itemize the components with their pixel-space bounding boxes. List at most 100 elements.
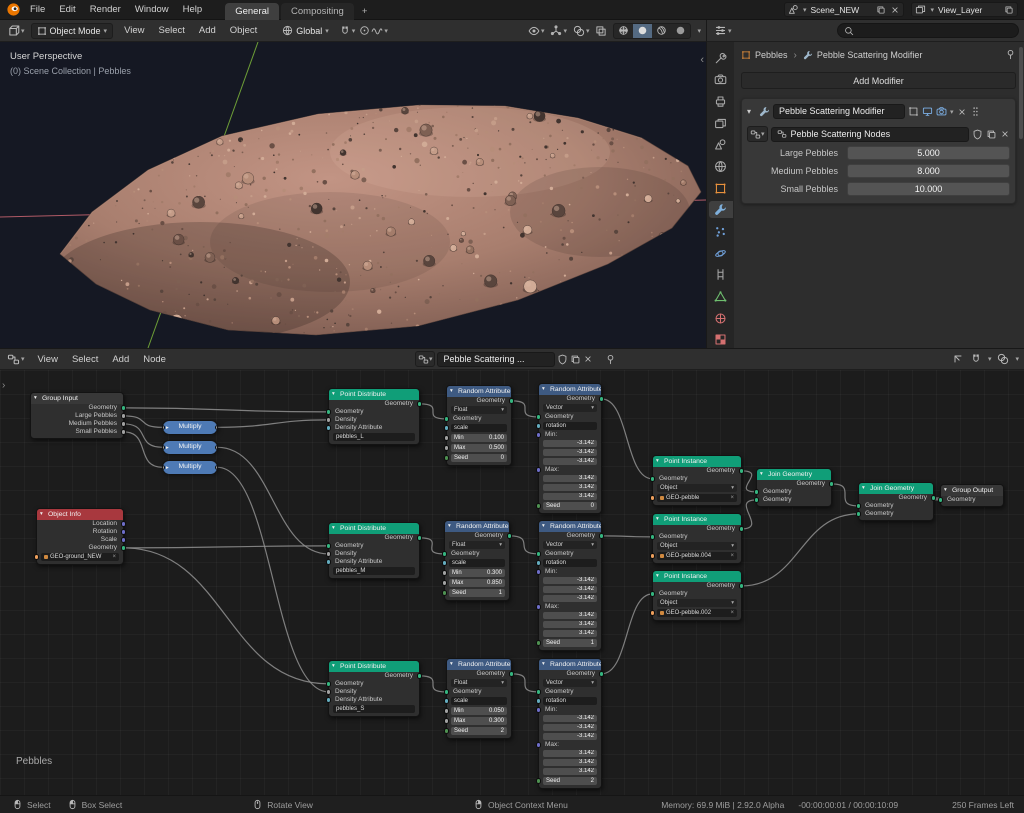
node-dropdown[interactable]: Vector▾ [539, 678, 601, 688]
region-expand-arrow[interactable]: › [2, 380, 5, 391]
properties-tab-texture[interactable] [709, 331, 733, 348]
node-number-field[interactable]: Max0.300 [447, 716, 511, 726]
socket-seed[interactable] [444, 455, 450, 461]
socket-attribute[interactable] [444, 425, 450, 431]
pin-icon[interactable] [605, 354, 616, 365]
overlay-options-button[interactable]: ▾ [586, 27, 590, 35]
socket-out[interactable] [417, 401, 423, 407]
node-random_attribute_vector_2[interactable]: Random AttributeGeometryVector▾Geometryr… [538, 520, 602, 651]
menu-window[interactable]: Window [128, 0, 176, 19]
menu-node[interactable]: Node [136, 349, 173, 370]
properties-tab-particles[interactable] [709, 223, 733, 240]
node-number-field[interactable]: Seed0 [539, 501, 601, 511]
drag-handle[interactable] [970, 106, 981, 117]
node-header[interactable]: Object Info [37, 509, 123, 520]
node-random_attribute_vector_1[interactable]: Random AttributeGeometryVector▾Geometryr… [538, 383, 602, 514]
socket-in1[interactable] [856, 503, 862, 509]
socket-out[interactable] [931, 495, 937, 501]
socket-object[interactable] [650, 610, 656, 616]
node-object-field[interactable]: GEO-ground_NEW× [37, 552, 123, 562]
snap-options-button[interactable]: ▾ [352, 27, 356, 35]
node-vector-field[interactable]: 3.142 [539, 767, 601, 776]
socket-large[interactable] [121, 413, 127, 419]
chevron-down-icon[interactable]: ▾ [541, 27, 545, 35]
socket-max[interactable] [444, 718, 450, 724]
delete-scene-button[interactable] [890, 5, 900, 15]
socket-seed[interactable] [536, 503, 542, 509]
shading-wireframe-button[interactable] [614, 24, 633, 38]
node-multiply_1[interactable]: Multiply [162, 420, 218, 433]
mode-select[interactable]: Object Mode ▾ [31, 23, 114, 39]
node-editor[interactable]: Group InputGeometryLarge PebblesMedium P… [0, 370, 1024, 795]
properties-tab-material[interactable] [709, 310, 733, 327]
node-multiply_3[interactable]: Multiply [162, 460, 218, 473]
socket-out[interactable] [509, 398, 515, 404]
node-number-field[interactable]: Seed1 [539, 638, 601, 648]
fake-user-toggle[interactable] [557, 354, 568, 365]
socket-seed[interactable] [536, 640, 542, 646]
node-number-field[interactable]: Min0.050 [447, 706, 511, 716]
node-dropdown[interactable]: Float▾ [445, 540, 509, 550]
node-text-field[interactable]: scale [447, 696, 511, 706]
copy-node-group-button[interactable] [986, 129, 997, 140]
shading-solid-button[interactable] [633, 24, 652, 38]
modifier-name-field[interactable]: Pebble Scattering Modifier [773, 104, 905, 119]
socket-in[interactable] [163, 465, 165, 471]
shading-material-button[interactable] [652, 24, 671, 38]
node-text-field[interactable]: scale [447, 423, 511, 433]
menu-select[interactable]: Select [151, 20, 191, 41]
menu-add[interactable]: Add [192, 20, 223, 41]
gizmos-toggle[interactable] [550, 25, 562, 37]
editor-type-button[interactable]: ▾ [5, 24, 27, 37]
snap-toggle[interactable] [970, 353, 982, 365]
socket-attribute[interactable] [442, 560, 448, 566]
node-dropdown[interactable]: Float▾ [447, 405, 511, 415]
blender-logo-icon[interactable] [6, 2, 21, 17]
node-header[interactable]: Group Input [31, 393, 123, 404]
node-group-name-field[interactable]: Pebble Scattering Nodes [771, 127, 969, 142]
properties-tab-tool[interactable] [709, 50, 733, 67]
editor-type-button[interactable]: ▾ [712, 24, 734, 37]
node-vector-field[interactable]: -3.142 [539, 576, 601, 585]
properties-search[interactable] [837, 23, 1019, 38]
node-point_instance_1[interactable]: Point InstanceGeometryGeometryObject▾GEO… [652, 455, 742, 506]
socket-out[interactable] [739, 583, 745, 589]
node-vector-field[interactable]: -3.142 [539, 448, 601, 457]
large-pebbles-field[interactable]: 5.000 [847, 146, 1010, 160]
socket-in[interactable] [163, 445, 165, 451]
menu-add[interactable]: Add [105, 349, 136, 370]
add-modifier-button[interactable]: Add Modifier [741, 72, 1016, 89]
node-group_input[interactable]: Group InputGeometryLarge PebblesMedium P… [30, 392, 124, 439]
visibility-dropdown[interactable] [528, 25, 540, 37]
node-number-field[interactable]: Min0.300 [445, 568, 509, 578]
node-vector-field[interactable]: -3.142 [539, 594, 601, 603]
socket-geometry[interactable] [326, 409, 332, 415]
node-header[interactable]: Join Geometry [859, 483, 933, 494]
unlink-node-group-button[interactable] [1000, 129, 1010, 139]
socket-out[interactable] [829, 481, 835, 487]
node-random_attribute_float_3[interactable]: Random AttributeGeometryFloat▾Geometrysc… [446, 658, 512, 739]
node-vector-field[interactable]: 3.142 [539, 758, 601, 767]
socket-out[interactable] [417, 673, 423, 679]
workspace-tab-general[interactable]: General [225, 3, 279, 20]
node-vector-field[interactable]: -3.142 [539, 732, 601, 741]
socket-geometry[interactable] [121, 405, 127, 411]
socket-object[interactable] [650, 495, 656, 501]
breadcrumb-object[interactable]: Pebbles [755, 50, 788, 60]
node-vector-field[interactable]: -3.142 [539, 585, 601, 594]
node-header[interactable]: Multiply [163, 421, 217, 434]
properties-tab-scene[interactable] [709, 137, 733, 154]
delete-modifier-button[interactable] [957, 107, 967, 117]
node-vector-field[interactable]: 3.142 [539, 629, 601, 638]
node-number-field[interactable]: Max0.850 [445, 578, 509, 588]
browse-node-tree-button[interactable]: ▾ [415, 351, 436, 367]
node-vector-field[interactable]: -3.142 [539, 723, 601, 732]
node-header[interactable]: Point Distribute [329, 523, 419, 534]
socket-geometry[interactable] [121, 545, 127, 551]
node-random_attribute_float_1[interactable]: Random AttributeGeometryFloat▾Geometrysc… [446, 385, 512, 466]
node-header[interactable]: Point Instance [653, 571, 741, 582]
socket-location[interactable] [121, 521, 127, 527]
socket-min[interactable] [444, 708, 450, 714]
node-join_geometry_2[interactable]: Join GeometryGeometryGeometryGeometry [858, 482, 934, 521]
node-header[interactable]: Random Attribute [539, 384, 601, 395]
